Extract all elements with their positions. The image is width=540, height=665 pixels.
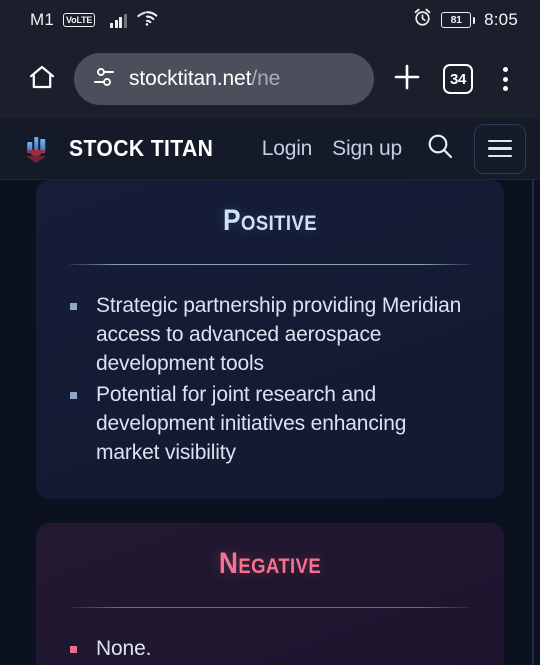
list-item: Strategic partnership providing Meridian… xyxy=(70,291,470,378)
browser-toolbar: stocktitan.net/ne 34 xyxy=(0,40,540,118)
volte-badge: VoLTE xyxy=(63,13,96,27)
alarm-clock-icon xyxy=(413,8,432,32)
site-header: STOCK TITAN Login Sign up xyxy=(0,118,540,180)
tab-count-label: 34 xyxy=(443,64,473,94)
negative-list: None. xyxy=(70,634,470,663)
new-tab-button[interactable] xyxy=(382,53,432,105)
home-icon xyxy=(27,62,57,97)
battery-tip xyxy=(472,16,476,24)
url-domain: stocktitan.net xyxy=(129,67,252,90)
brand-title[interactable]: STOCK TITAN xyxy=(69,135,213,162)
list-item: None. xyxy=(70,634,470,663)
page-content: Positive Strategic partnership providing… xyxy=(0,180,540,665)
kebab-menu-icon xyxy=(502,67,508,91)
list-item: Potential for joint research and develop… xyxy=(70,380,470,467)
status-bar-left: M1 VoLTE xyxy=(30,9,158,31)
search-icon xyxy=(425,131,455,166)
url-text: stocktitan.net/ne xyxy=(129,67,280,91)
positive-title: Positive xyxy=(222,204,318,237)
phone-screen: M1 VoLTE 81 8:05 stocktitan.net/ne 34 ST… xyxy=(0,0,540,665)
status-bar: M1 VoLTE 81 8:05 xyxy=(0,0,540,40)
tab-switcher-button[interactable]: 34 xyxy=(432,53,484,105)
positive-card: Positive Strategic partnership providing… xyxy=(36,180,504,499)
search-button[interactable] xyxy=(418,127,462,171)
stock-titan-logo-icon[interactable] xyxy=(14,127,58,171)
browser-menu-button[interactable] xyxy=(484,53,526,105)
content-column: Positive Strategic partnership providing… xyxy=(36,180,504,665)
hamburger-icon xyxy=(488,139,512,143)
logo-chevrons xyxy=(26,149,46,165)
tune-icon[interactable] xyxy=(92,65,116,94)
wifi-icon xyxy=(136,9,158,31)
home-button[interactable] xyxy=(16,53,68,105)
clock-label: 8:05 xyxy=(484,10,518,29)
negative-card: Negative None. xyxy=(36,523,504,665)
scrollbar[interactable] xyxy=(532,180,534,665)
positive-divider xyxy=(70,264,470,265)
signal-bars-icon xyxy=(110,13,127,28)
plus-icon xyxy=(391,61,423,98)
negative-title: Negative xyxy=(218,547,322,580)
url-bar[interactable]: stocktitan.net/ne xyxy=(74,53,374,105)
battery-percent-label: 81 xyxy=(441,12,472,28)
battery-indicator: 81 xyxy=(441,12,476,28)
status-bar-right: 81 8:05 xyxy=(413,8,518,32)
site-menu-button[interactable] xyxy=(474,123,526,174)
url-path: /ne xyxy=(251,67,281,90)
signup-link[interactable]: Sign up xyxy=(332,137,402,161)
login-link[interactable]: Login xyxy=(262,137,313,161)
carrier-label: M1 xyxy=(30,10,55,29)
negative-divider xyxy=(70,607,470,608)
positive-list: Strategic partnership providing Meridian… xyxy=(70,291,470,467)
